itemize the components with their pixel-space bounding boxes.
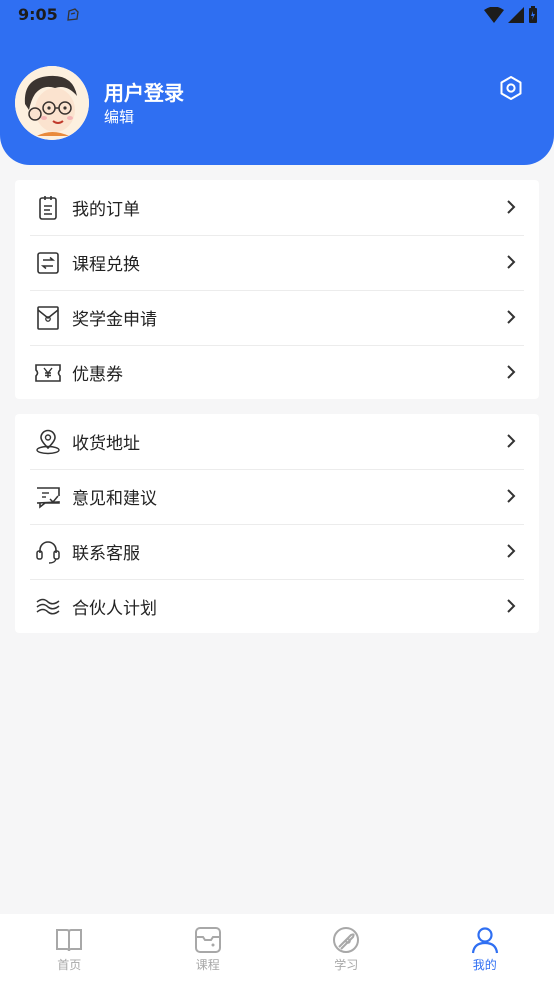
learn-icon [333,927,360,953]
tab-home[interactable]: 首页 [0,914,139,984]
tab-mine[interactable]: 我的 [416,914,554,984]
tab-course[interactable]: 课程 [139,914,278,984]
coupon-icon [35,360,61,386]
edit-link[interactable]: 编辑 [104,106,134,127]
tab-label: 课程 [195,958,220,972]
menu-item-orders[interactable]: 我的订单 [15,180,539,235]
menu-item-address[interactable]: 收货地址 [15,414,539,469]
menu-item-coupons[interactable]: 优惠券 [15,345,539,400]
tab-label: 首页 [57,958,82,972]
menu-card-secondary: 收货地址 意见和建议 联系客服 合伙人计划 [15,414,539,633]
menu-item-customer-service[interactable]: 联系客服 [15,524,539,579]
chevron-right-icon [507,200,516,214]
menu-label: 联系客服 [72,544,140,564]
menu-card-primary: 我的订单 课程兑换 奖学金申请 优惠券 [15,180,539,399]
menu-item-scholarship[interactable]: 奖学金申请 [15,290,539,345]
menu-label: 收货地址 [72,434,140,454]
login-title[interactable]: 用户登录 [104,77,184,106]
menu-item-partner-plan[interactable]: 合伙人计划 [15,579,539,634]
book-icon [56,929,83,952]
bottom-tab-bar: 首页 课程 学习 我的 [0,914,554,984]
exchange-icon [35,250,61,276]
menu-label: 我的订单 [72,200,140,220]
profile-header: 9:05 用户登录 编辑 [0,0,554,165]
status-time: 9:05 [18,5,58,24]
chevron-right-icon [507,434,516,448]
tab-label: 我的 [472,958,497,972]
partner-icon [35,594,61,620]
chevron-right-icon [507,365,516,379]
menu-item-feedback[interactable]: 意见和建议 [15,469,539,524]
order-list-icon [35,195,61,221]
menu-label: 意见和建议 [72,489,157,509]
status-bar: 9:05 [0,0,554,32]
chevron-right-icon [507,489,516,503]
feedback-icon [35,484,61,510]
menu-label: 优惠券 [72,365,123,385]
chevron-right-icon [507,544,516,558]
chevron-right-icon [507,310,516,324]
battery-icon [529,6,537,23]
chevron-right-icon [507,599,516,613]
course-icon [194,927,221,953]
menu-label: 奖学金申请 [72,310,157,330]
tab-learn[interactable]: 学习 [277,914,416,984]
user-icon [471,927,498,954]
headset-icon [35,539,61,565]
menu-label: 合伙人计划 [72,599,157,619]
avatar[interactable] [15,66,89,140]
signal-icon [508,7,524,23]
chevron-right-icon [507,255,516,269]
tab-label: 学习 [334,958,359,972]
wifi-icon [484,7,504,23]
menu-label: 课程兑换 [72,255,140,275]
notification-icon [66,7,80,26]
envelope-icon [35,305,61,331]
menu-item-course-exchange[interactable]: 课程兑换 [15,235,539,290]
location-icon [35,429,61,455]
settings-icon[interactable] [498,75,524,101]
